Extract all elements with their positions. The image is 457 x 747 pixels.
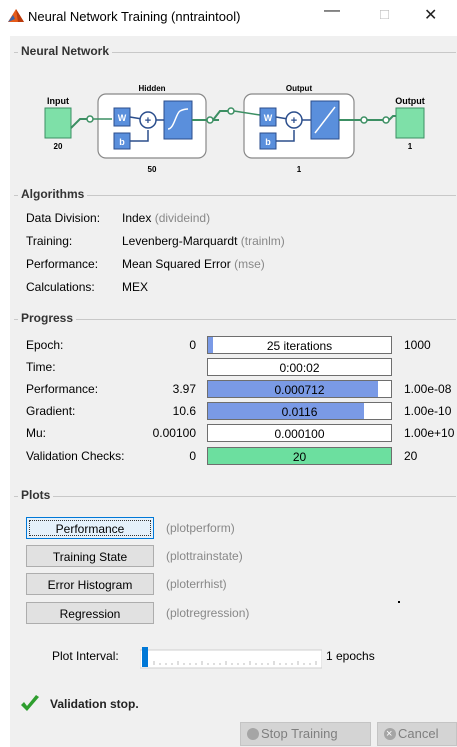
plot-interval-value: 1 epochs [326, 649, 375, 663]
output-layer-label: Output [286, 84, 313, 93]
output-size: 1 [408, 142, 413, 151]
plot-performance-button[interactable]: Performance [26, 517, 154, 539]
cancel-icon [384, 723, 396, 745]
progress-current-value: 0.000100 [274, 427, 325, 441]
algorithm-label: Training: [26, 234, 73, 248]
progress-max-value: 1.00e-10 [404, 404, 452, 418]
window-title: Neural Network Training (nntraintool) [28, 9, 241, 24]
algorithm-label: Calculations: [26, 280, 95, 294]
input-block [44, 107, 72, 139]
progress-min-value: 0 [189, 449, 196, 463]
progress-bar: 25 iterations [207, 336, 392, 354]
progress-bar: 20 [207, 447, 392, 465]
title-bar: Neural Network Training (nntraintool) — … [0, 0, 457, 34]
section-title-algorithms: Algorithms [18, 187, 88, 201]
output-block [395, 107, 425, 139]
svg-text:b: b [119, 137, 125, 147]
close-button[interactable]: ✕ [424, 5, 437, 25]
stray-dot [398, 601, 400, 603]
algorithm-value: Mean Squared Error (mse) [122, 257, 265, 271]
svg-text:+: + [145, 115, 151, 127]
progress-label: Time: [26, 360, 56, 374]
maximize-button[interactable]: □ [380, 6, 389, 23]
progress-max-value: 1.00e-08 [404, 382, 452, 396]
hidden-transfer-block [163, 100, 193, 140]
progress-label: Epoch: [26, 338, 64, 352]
plot-error-histogram-button[interactable]: Error Histogram [26, 573, 154, 595]
progress-min-value: 0 [189, 338, 196, 352]
progress-min-value: 3.97 [172, 382, 196, 396]
progress-label: Mu: [26, 426, 47, 440]
progress-min-value: 0.00100 [152, 426, 196, 440]
algorithm-value: MEX [122, 280, 149, 294]
plot-interval-slider[interactable] [140, 647, 322, 669]
cancel-button[interactable]: Cancel [377, 722, 457, 746]
plot-function-label: (plotregression) [166, 606, 250, 620]
plot-function-label: (ploterrhist) [166, 577, 227, 591]
progress-bar: 0.0116 [207, 402, 392, 420]
plot-training-state-button[interactable]: Training State [26, 545, 154, 567]
input-size: 20 [54, 142, 63, 151]
algorithm-value: Index (divideind) [122, 211, 211, 225]
progress-bar: 0:00:02 [207, 358, 392, 376]
output-layer-size: 1 [297, 165, 302, 174]
neural-network-panel: Neural Network Input 20 Hidden W b + 50 … [14, 44, 456, 182]
network-diagram: Input 20 Hidden W b + 50 Output W b + 1 … [44, 84, 425, 174]
checkmark-icon [21, 695, 39, 711]
input-label: Input [47, 96, 69, 106]
progress-max-value: 1.00e+10 [404, 426, 455, 440]
progress-bar: 0.000712 [207, 380, 392, 398]
hidden-label: Hidden [138, 84, 165, 93]
svg-text:W: W [264, 113, 273, 123]
plot-interval-label: Plot Interval: [52, 649, 119, 663]
hidden-size: 50 [148, 165, 157, 174]
progress-panel: Progress Epoch: 0 25 iterations 1000 Time: 0:… [14, 311, 456, 489]
client-area: Neural Network Input 20 Hidden W b + 50 … [10, 36, 457, 747]
progress-label: Performance: [26, 382, 99, 396]
slider-thumb [142, 647, 148, 667]
progress-max-value: 1000 [404, 338, 431, 352]
svg-text:W: W [118, 113, 127, 123]
plot-function-label: (plottrainstate) [166, 549, 243, 563]
progress-current-value: 0.000712 [274, 383, 325, 397]
progress-current-value: 20 [292, 450, 307, 464]
section-title-plots: Plots [18, 488, 54, 502]
plot-regression-button[interactable]: Regression [26, 602, 154, 624]
stop-icon [247, 728, 259, 740]
output-label: Output [395, 96, 425, 106]
progress-current-value: 25 iterations [266, 339, 333, 353]
algorithm-label: Data Division: [26, 211, 101, 225]
progress-bar: 0.000100 [207, 424, 392, 442]
status-message: Validation stop. [50, 697, 139, 711]
algorithms-panel: Algorithms Data Division: Index (dividei… [14, 187, 456, 305]
algorithm-value: Levenberg-Marquardt (trainlm) [122, 234, 285, 248]
progress-label: Gradient: [26, 404, 76, 418]
svg-text:+: + [291, 115, 297, 127]
progress-current-value: 0.0116 [281, 405, 318, 419]
section-title-progress: Progress [18, 311, 77, 325]
progress-max-value: 20 [404, 449, 418, 463]
progress-label: Validation Checks: [26, 449, 125, 463]
minimize-button[interactable]: — [324, 2, 340, 20]
plot-function-label: (plotperform) [166, 521, 235, 535]
stop-training-button[interactable]: Stop Training [240, 722, 371, 746]
progress-current-value: 0:00:02 [279, 361, 320, 375]
svg-text:b: b [265, 137, 271, 147]
algorithm-label: Performance: [26, 257, 99, 271]
progress-min-value: 10.6 [172, 404, 196, 418]
matlab-logo-icon [8, 9, 24, 22]
